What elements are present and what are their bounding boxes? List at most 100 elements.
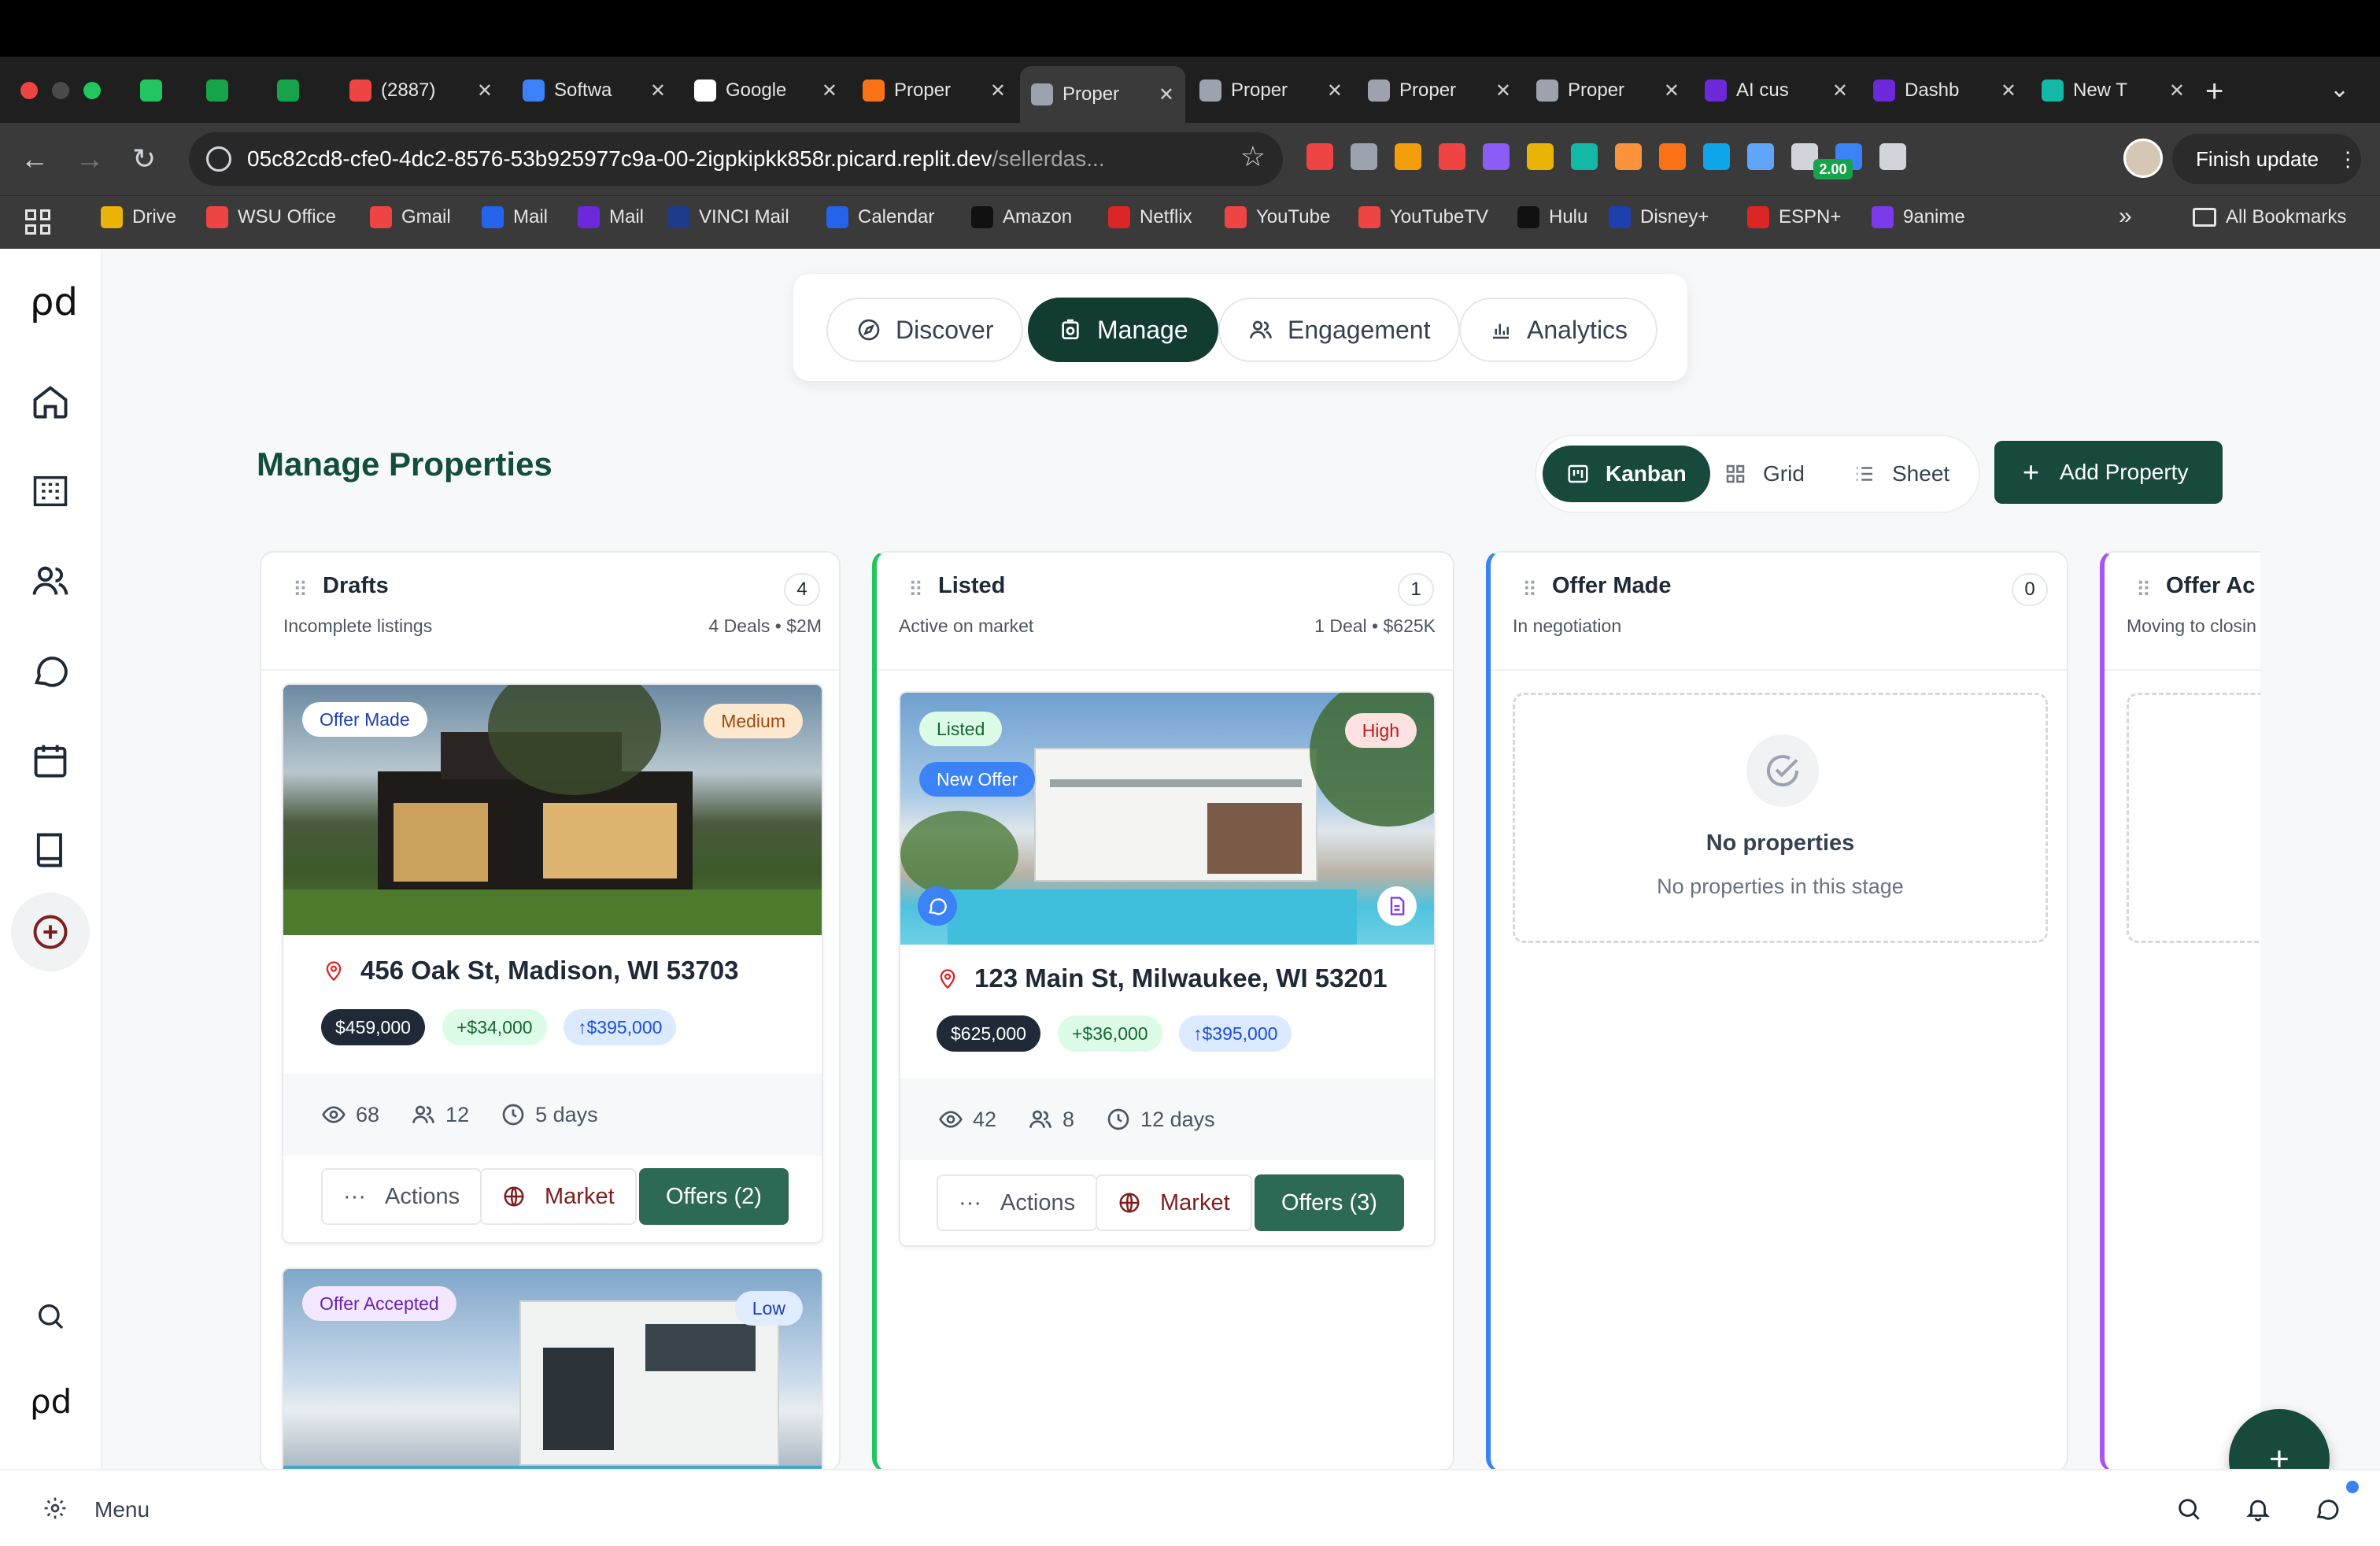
url-field[interactable]: 05c82cd8-cfe0-4dc2-8576-53b925977c9a-00-… <box>189 132 1283 186</box>
profile-avatar[interactable] <box>2123 139 2163 178</box>
close-tab-icon[interactable]: ✕ <box>822 80 837 102</box>
bookmark-item[interactable]: VINCI Mail <box>667 206 789 228</box>
browser-extension-icon[interactable] <box>1439 143 1465 170</box>
actions-button[interactable]: ··· Actions <box>321 1168 482 1225</box>
close-tab-icon[interactable]: ✕ <box>1327 80 1343 102</box>
new-tab-button[interactable]: + <box>2205 76 2223 107</box>
back-arrow-icon[interactable]: ← <box>20 140 49 178</box>
browser-tab[interactable]: Proper ✕ <box>852 66 1017 115</box>
bookmark-star-icon[interactable]: ☆ <box>1240 140 1266 173</box>
apps-grid-icon[interactable] <box>25 209 50 235</box>
gear-icon[interactable] <box>42 1496 68 1521</box>
view-kanban[interactable]: Kanban <box>1543 446 1710 502</box>
browser-tab[interactable] <box>195 66 255 115</box>
property-card[interactable]: Offer Made Medium 456 Oak St, Madison, W… <box>282 683 823 1244</box>
view-sheet[interactable]: Sheet <box>1829 446 1973 502</box>
tab-analytics[interactable]: Analytics <box>1459 298 1658 362</box>
browser-extension-icon[interactable] <box>1351 143 1377 170</box>
browser-tab[interactable]: Proper ✕ <box>1525 66 1691 115</box>
close-tab-icon[interactable]: ✕ <box>1832 80 1848 102</box>
bookmark-item[interactable]: ESPN+ <box>1747 206 1841 228</box>
calendar-icon[interactable] <box>30 740 71 781</box>
close-tab-icon[interactable]: ✕ <box>650 80 666 102</box>
brand-logo-icon[interactable]: ρd <box>30 280 78 324</box>
tab-engagement[interactable]: Engagement <box>1218 298 1461 362</box>
bell-icon[interactable] <box>2245 1496 2271 1522</box>
browser-extension-icon[interactable] <box>1747 143 1774 170</box>
drag-handle-icon[interactable]: ⠿ <box>1522 578 1537 602</box>
close-tab-icon[interactable]: ✕ <box>477 80 493 102</box>
browser-tab[interactable] <box>266 66 326 115</box>
market-button[interactable]: Market <box>480 1168 637 1225</box>
forward-arrow-icon[interactable]: → <box>76 140 104 178</box>
browser-extension-icon[interactable] <box>1571 143 1598 170</box>
browser-extension-icon[interactable] <box>1615 143 1642 170</box>
drag-handle-icon[interactable]: ⠿ <box>2136 578 2151 602</box>
browser-tab[interactable] <box>129 66 189 115</box>
bookmark-item[interactable]: Calendar <box>826 206 934 228</box>
minimize-window-button[interactable] <box>52 82 69 99</box>
browser-tab[interactable]: Google ✕ <box>683 66 848 115</box>
users-icon[interactable] <box>30 560 71 601</box>
close-window-button[interactable] <box>20 82 38 99</box>
chat-icon[interactable] <box>2314 1496 2341 1522</box>
tab-manage[interactable]: Manage <box>1028 298 1218 362</box>
bookmark-item[interactable]: 9anime <box>1872 206 1965 228</box>
finish-update-button[interactable]: Finish update ⋮ <box>2172 134 2361 184</box>
properties-icon[interactable] <box>30 471 71 512</box>
tab-list-chevron-icon[interactable]: ⌄ <box>2330 76 2349 103</box>
property-card[interactable]: Offer Accepted Low <box>282 1267 823 1470</box>
market-button[interactable]: Market <box>1096 1174 1252 1231</box>
browser-extension-icon[interactable] <box>1306 143 1333 170</box>
close-tab-icon[interactable]: ✕ <box>2001 80 2016 102</box>
bookmark-item[interactable]: YouTube <box>1225 206 1330 228</box>
bookmark-item[interactable]: Mail <box>578 206 644 228</box>
bookmark-item[interactable]: YouTubeTV <box>1358 206 1488 228</box>
browser-tab[interactable]: New T ✕ <box>2031 66 2196 115</box>
browser-tab[interactable]: Softwa ✕ <box>512 66 677 115</box>
tab-discover[interactable]: Discover <box>826 298 1024 362</box>
bookmark-item[interactable]: Netflix <box>1108 206 1192 228</box>
view-grid[interactable]: Grid <box>1700 446 1828 502</box>
add-circle-icon[interactable] <box>30 912 71 952</box>
browser-extension-icon[interactable] <box>1483 143 1510 170</box>
close-tab-icon[interactable]: ✕ <box>1664 80 1680 102</box>
chat-bubble-button[interactable] <box>918 886 957 926</box>
browser-extension-icon[interactable] <box>1659 143 1686 170</box>
home-icon[interactable] <box>30 381 71 422</box>
search-icon[interactable] <box>2175 1496 2202 1522</box>
bookmark-item[interactable]: Amazon <box>971 206 1072 228</box>
drag-handle-icon[interactable]: ⠿ <box>293 578 308 602</box>
search-icon[interactable] <box>35 1300 66 1332</box>
site-settings-icon[interactable] <box>206 146 231 172</box>
actions-button[interactable]: ··· Actions <box>937 1174 1098 1231</box>
close-tab-icon[interactable]: ✕ <box>2169 80 2185 102</box>
all-bookmarks[interactable]: All Bookmarks <box>2193 206 2346 228</box>
bookmark-item[interactable]: Mail <box>482 206 548 228</box>
browser-tab[interactable]: AI cus ✕ <box>1694 66 1859 115</box>
close-tab-icon[interactable]: ✕ <box>990 80 1006 102</box>
chat-icon[interactable] <box>30 650 71 691</box>
browser-tab[interactable]: Proper ✕ <box>1020 66 1185 123</box>
browser-tab[interactable]: (2887) ✕ <box>338 66 504 115</box>
bookmark-item[interactable]: Gmail <box>370 206 451 228</box>
bookmark-item[interactable]: Drive <box>101 206 176 228</box>
bookmark-item[interactable]: Disney+ <box>1609 206 1709 228</box>
menu-label[interactable]: Menu <box>94 1497 150 1522</box>
bookmark-item[interactable]: Hulu <box>1517 206 1587 228</box>
bookmark-item[interactable]: WSU Office <box>206 206 336 228</box>
book-icon[interactable] <box>30 830 71 871</box>
browser-extension-icon[interactable] <box>1879 143 1906 170</box>
browser-tab[interactable]: Dashb ✕ <box>1862 66 2027 115</box>
browser-tab[interactable]: Proper ✕ <box>1357 66 1522 115</box>
browser-extension-icon[interactable] <box>1527 143 1554 170</box>
browser-extension-icon[interactable] <box>1395 143 1421 170</box>
browser-tab[interactable]: Proper ✕ <box>1188 66 1354 115</box>
offers-button[interactable]: Offers (2) <box>639 1168 789 1225</box>
close-tab-icon[interactable]: ✕ <box>1159 83 1174 106</box>
offers-button[interactable]: Offers (3) <box>1255 1174 1404 1231</box>
property-card[interactable]: Listed New Offer High 123 Main St, Milwa… <box>899 691 1436 1247</box>
close-tab-icon[interactable]: ✕ <box>1495 80 1511 102</box>
reload-icon[interactable]: ↻ <box>132 140 156 178</box>
drag-handle-icon[interactable]: ⠿ <box>908 578 923 602</box>
